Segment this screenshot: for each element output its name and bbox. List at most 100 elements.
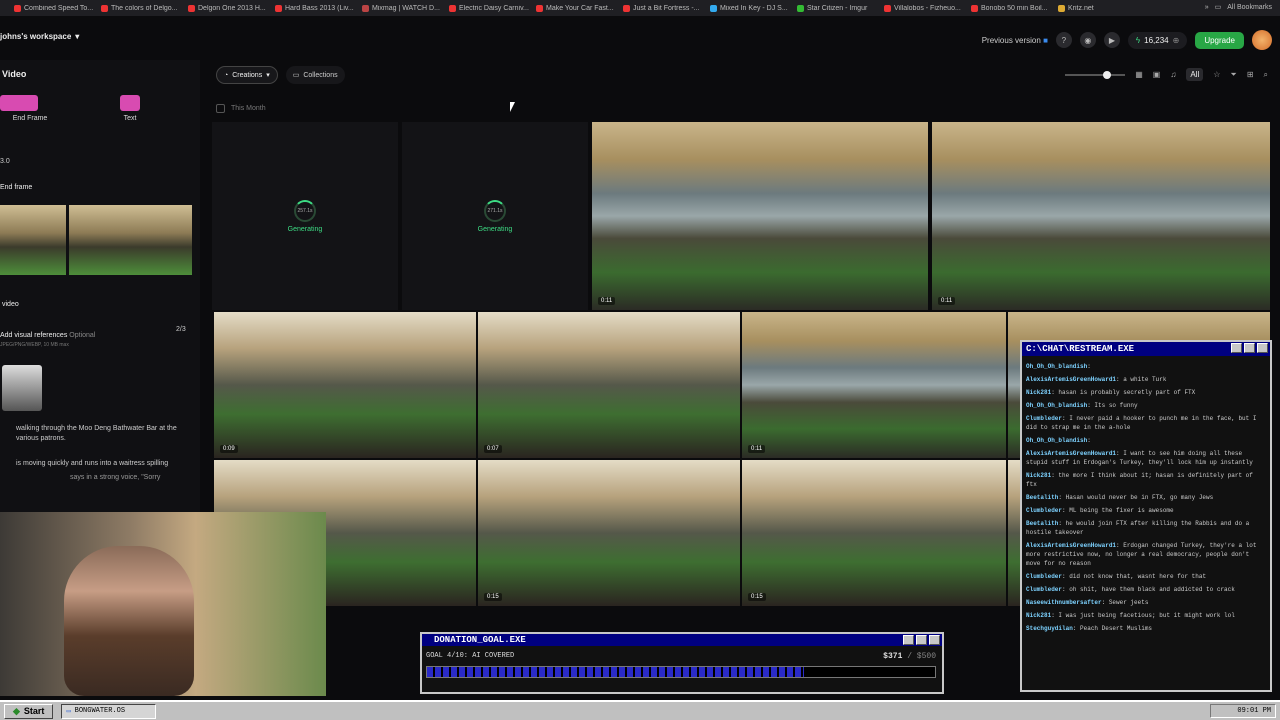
- chat-username[interactable]: Clumbleder: [1026, 586, 1062, 593]
- chat-username[interactable]: Nick281: [1026, 612, 1051, 619]
- generating-card[interactable]: 257.1s Generating: [212, 122, 398, 310]
- bookmark-item[interactable]: Just a Bit Fortress -...: [623, 4, 710, 12]
- chat-username[interactable]: Clumbleder: [1026, 507, 1062, 514]
- chat-username[interactable]: Beetalith: [1026, 494, 1058, 501]
- help-icon[interactable]: ?: [1055, 32, 1072, 48]
- generating-card[interactable]: 271.1s Generating: [402, 122, 588, 310]
- minimize-icon[interactable]: [903, 635, 914, 645]
- mode-text[interactable]: Text: [110, 95, 150, 133]
- progress-ring: 271.1s: [484, 200, 506, 222]
- all-bookmarks-link[interactable]: All Bookmarks: [1227, 4, 1272, 11]
- close-icon[interactable]: [929, 635, 940, 645]
- mode-end-frame[interactable]: End Frame: [0, 95, 60, 133]
- frame-icon: [0, 95, 38, 111]
- bookmark-item[interactable]: Electric Daisy Carniv...: [449, 4, 536, 12]
- chat-username[interactable]: Clumbleder: [1026, 573, 1062, 580]
- goal-target: / $500: [907, 652, 936, 661]
- model-version[interactable]: 3.0: [0, 158, 10, 165]
- workspace-name: johns's workspace: [0, 32, 72, 41]
- bookmark-item[interactable]: Combined Speed To...: [14, 4, 101, 12]
- chat-username[interactable]: AlexisArtemisGreenHoward1: [1026, 376, 1116, 383]
- bookmark-item[interactable]: Make Your Car Fast...: [536, 4, 623, 12]
- video-thumbnail[interactable]: 0:07: [478, 312, 740, 458]
- chat-title: C:\CHAT\RESTREAM.EXE: [1026, 344, 1135, 354]
- tab-label: Collections: [303, 71, 338, 79]
- video-thumbnail[interactable]: 0:15: [742, 460, 1006, 606]
- bookmark-item[interactable]: Bonobo 50 min Boil...: [971, 4, 1058, 12]
- chat-text: Its so funny: [1094, 402, 1138, 409]
- chat-username[interactable]: Nick281: [1026, 472, 1051, 479]
- video-thumbnail[interactable]: 0:11: [932, 122, 1270, 310]
- chat-titlebar[interactable]: C:\CHAT\RESTREAM.EXE: [1022, 342, 1270, 356]
- refs-count: 2/3: [176, 326, 186, 333]
- filter-all[interactable]: All: [1186, 68, 1204, 81]
- duration-label: 0:11: [598, 297, 616, 305]
- grid-small-icon[interactable]: ▦: [1135, 70, 1143, 79]
- upgrade-button[interactable]: Upgrade: [1195, 31, 1244, 49]
- audio-icon[interactable]: ♫: [1170, 70, 1176, 79]
- end-frame-thumbnail[interactable]: [69, 205, 192, 275]
- search-icon[interactable]: ⌕: [1264, 70, 1268, 80]
- layout-icon[interactable]: ⊞: [1247, 70, 1254, 79]
- video-thumbnail[interactable]: 0:11: [742, 312, 1006, 458]
- chat-username[interactable]: Clumbleder: [1026, 415, 1062, 422]
- bookmark-item[interactable]: Star Citizen - Imgur: [797, 4, 884, 12]
- workspace-switcher[interactable]: johns's workspace ▾: [0, 32, 79, 41]
- bookmark-item[interactable]: Mixmag | WATCH D...: [362, 4, 449, 12]
- video-thumbnail[interactable]: 0:09: [214, 312, 476, 458]
- chat-message: Clumbleder: did not know that, wasnt her…: [1026, 573, 1207, 580]
- discord-icon[interactable]: ◉: [1079, 32, 1096, 48]
- clock: 09:01 PM: [1237, 707, 1271, 715]
- credits-badge[interactable]: ϟ 16,234 ⊕: [1127, 31, 1188, 49]
- chevron-right-icon[interactable]: »: [1205, 4, 1209, 11]
- bookmark-item[interactable]: Mixed In Key - DJ S...: [710, 4, 797, 12]
- chat-username[interactable]: AlexisArtemisGreenHoward1: [1026, 450, 1116, 457]
- add-refs-label: Add visual references Optional: [0, 332, 96, 339]
- generating-label: Generating: [477, 226, 513, 233]
- chat-username[interactable]: AlexisArtemisGreenHoward1: [1026, 542, 1116, 549]
- tab-collections[interactable]: ▭ Collections: [285, 66, 345, 84]
- bookmark-item[interactable]: Villalobos - Fizheuo...: [884, 4, 971, 12]
- chat-username[interactable]: Nick281: [1026, 389, 1051, 396]
- zoom-slider[interactable]: [1065, 70, 1126, 79]
- chat-username[interactable]: Oh_Oh_Oh_blandish: [1026, 437, 1087, 444]
- bookmark-label: Electric Daisy Carniv...: [459, 4, 529, 12]
- star-icon[interactable]: ☆: [1213, 70, 1220, 79]
- start-frame-thumbnail[interactable]: [0, 205, 66, 275]
- bookmark-item[interactable]: Delgon One 2013 H...: [188, 4, 275, 12]
- slider-thumb[interactable]: [1103, 70, 1112, 79]
- reference-image[interactable]: [2, 365, 42, 411]
- grid-large-icon[interactable]: ▣: [1153, 70, 1161, 79]
- chat-username[interactable]: Beetalith: [1026, 520, 1058, 527]
- prompt-line-2[interactable]: is moving quickly and runs into a waitre…: [16, 460, 196, 467]
- previous-version-link[interactable]: Previous version ■: [982, 36, 1048, 45]
- bookmark-item[interactable]: Hard Bass 2013 (Liv...: [275, 4, 362, 12]
- chat-message: Clumbleder: I never paid a hooker to pun…: [1026, 415, 1257, 431]
- maximize-icon[interactable]: [916, 635, 927, 645]
- duration-label: 0:07: [484, 445, 502, 453]
- tab-creations[interactable]: ◔ Creations ▾: [216, 66, 278, 84]
- maximize-icon[interactable]: [1244, 343, 1255, 353]
- chat-username[interactable]: Naseewithnumbersafter: [1026, 599, 1102, 606]
- bookmark-item[interactable]: Kritz.net: [1058, 4, 1145, 12]
- avatar[interactable]: [1252, 30, 1272, 50]
- media-icon[interactable]: ▶: [1103, 32, 1120, 48]
- video-thumbnail[interactable]: 0:15: [478, 460, 740, 606]
- start-button[interactable]: ◆ Start: [4, 703, 54, 719]
- taskbar-item-bongwater[interactable]: ▭ BONGWATER.OS: [61, 703, 157, 719]
- video-thumbnail[interactable]: 0:11: [592, 122, 928, 310]
- chat-username[interactable]: Oh_Oh_Oh_blandish: [1026, 402, 1087, 409]
- close-icon[interactable]: [1257, 343, 1268, 353]
- text-icon: [120, 95, 140, 111]
- chat-text: Sewer jeets: [1108, 599, 1149, 606]
- prompt-line-3[interactable]: says in a strong voice, "Sorry: [70, 474, 160, 481]
- chat-username[interactable]: Stechguydilan: [1026, 625, 1073, 632]
- donation-titlebar[interactable]: DONATION_GOAL.EXE: [422, 634, 942, 646]
- prompt-line-1[interactable]: walking through the Moo Deng Bathwater B…: [16, 424, 196, 444]
- this-month-filter[interactable]: This Month: [216, 104, 266, 113]
- minimize-icon[interactable]: [1231, 343, 1242, 353]
- bookmark-item[interactable]: The colors of Delgo...: [101, 4, 188, 12]
- chat-username[interactable]: Oh_Oh_Oh_blandish: [1026, 363, 1087, 370]
- filter-icon[interactable]: ⏷: [1230, 70, 1236, 80]
- checkbox[interactable]: [216, 104, 225, 113]
